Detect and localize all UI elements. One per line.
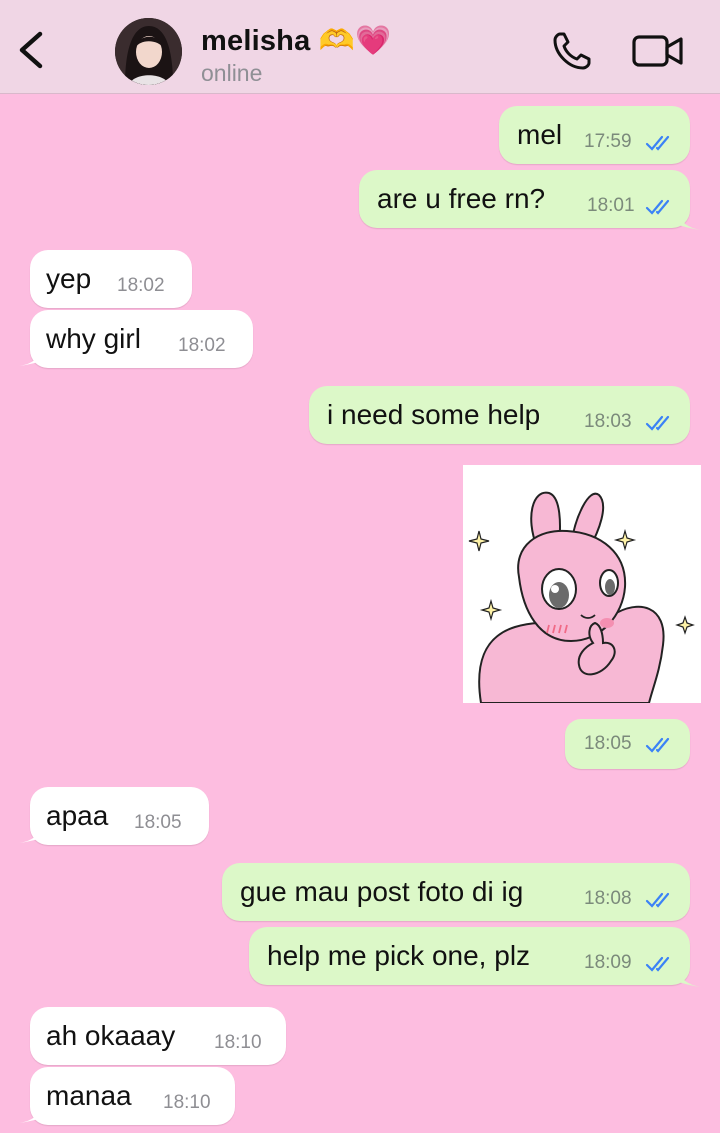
message-text: mel <box>517 119 563 150</box>
outgoing-message[interactable]: i need some help 18:03 <box>309 386 690 444</box>
message-text: ah okaaay <box>46 1020 176 1051</box>
message-text: i need some help <box>327 399 541 430</box>
incoming-message[interactable]: apaa 18:05 <box>30 787 209 845</box>
phone-icon[interactable] <box>551 30 593 72</box>
outgoing-message[interactable]: mel 17:59 <box>499 106 690 164</box>
message-time: 18:03 <box>584 411 632 432</box>
chevron-left-icon[interactable] <box>14 30 48 70</box>
message-text: gue mau post foto di ig <box>240 876 524 907</box>
outgoing-message[interactable]: are u free rn? 18:01 <box>359 170 690 228</box>
bubble-tail <box>18 1108 42 1123</box>
double-check-icon <box>645 956 670 972</box>
avatar[interactable] <box>115 18 182 85</box>
bubble-tail <box>18 351 42 366</box>
message-time: 18:05 <box>584 733 632 754</box>
message-text: help me pick one, plz <box>267 940 531 971</box>
message-text: why girl <box>46 323 141 354</box>
message-time: 18:02 <box>117 275 165 296</box>
pink-bunny-sticker[interactable] <box>463 465 701 704</box>
message-text: manaa <box>46 1080 132 1111</box>
message-time: 18:05 <box>134 812 182 833</box>
video-camera-icon[interactable] <box>632 34 684 68</box>
incoming-message[interactable]: yep 18:02 <box>30 250 192 308</box>
message-time: 18:10 <box>214 1032 262 1053</box>
incoming-message[interactable]: why girl 18:02 <box>30 310 253 368</box>
sticker-time-bubble: 18:05 <box>565 719 690 769</box>
bubble-tail <box>678 972 702 987</box>
double-check-icon <box>645 892 670 908</box>
outgoing-message[interactable]: gue mau post foto di ig 18:08 <box>222 863 690 921</box>
contact-name[interactable]: melisha 🫶💗 <box>201 24 391 58</box>
incoming-message[interactable]: ah okaaay 18:10 <box>30 1007 286 1065</box>
incoming-message[interactable]: manaa 18:10 <box>30 1067 235 1125</box>
double-check-icon <box>645 415 670 431</box>
message-time: 18:10 <box>163 1092 211 1113</box>
message-time: 18:08 <box>584 888 632 909</box>
message-time: 17:59 <box>584 131 632 152</box>
message-time: 18:02 <box>178 335 226 356</box>
chat-header: melisha 🫶💗 online <box>0 0 720 94</box>
message-text: yep <box>46 263 92 294</box>
outgoing-message[interactable]: help me pick one, plz 18:09 <box>249 927 690 985</box>
bubble-tail <box>678 215 702 230</box>
message-time: 18:09 <box>584 952 632 973</box>
message-text: are u free rn? <box>377 183 546 214</box>
message-time: 18:01 <box>587 195 635 216</box>
double-check-icon <box>645 135 670 151</box>
double-check-icon <box>645 199 670 215</box>
message-text: apaa <box>46 800 109 831</box>
contact-status: online <box>201 60 263 86</box>
bubble-tail <box>18 828 42 843</box>
double-check-icon <box>645 737 670 753</box>
